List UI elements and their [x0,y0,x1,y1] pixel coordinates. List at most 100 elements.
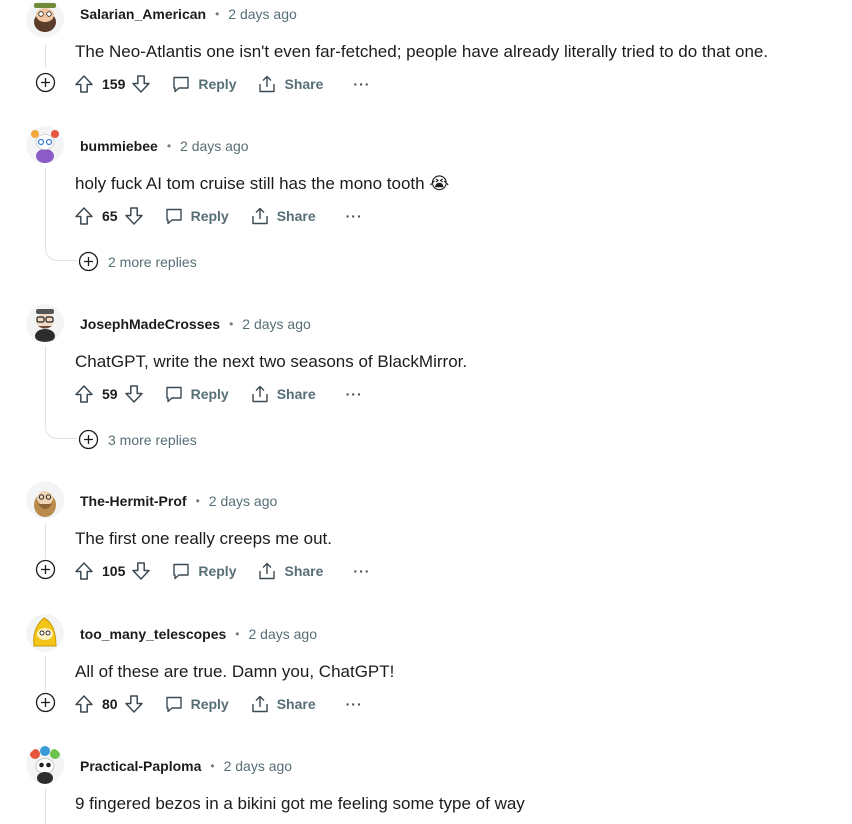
reply-button[interactable]: Reply [171,74,236,94]
downvote-arrow-icon[interactable] [124,206,144,226]
speech-bubble-icon [165,208,182,225]
comment-meta: Salarian_American • 2 days ago [80,6,297,22]
timestamp[interactable]: 2 days ago [224,758,293,774]
reply-label: Reply [198,563,237,579]
thread-line[interactable] [45,44,46,68]
share-button[interactable]: Share [250,384,316,404]
comment-body: holy fuck AI tom cruise still has the mo… [75,174,450,193]
timestamp[interactable]: 2 days ago [180,138,249,154]
reply-button[interactable]: Reply [171,561,236,581]
more-options-button[interactable]: ··· [346,386,363,402]
username[interactable]: bummiebee [80,138,158,154]
comment-body: All of these are true. Damn you, ChatGPT… [75,662,395,681]
more-replies-button[interactable]: 2 more replies [78,251,197,272]
vote-controls: 65 [74,206,144,226]
upvote-arrow-icon[interactable] [74,74,94,94]
plus-circle-icon [78,429,99,450]
username[interactable]: Practical-Paploma [80,758,201,774]
upvote-arrow-icon[interactable] [74,206,94,226]
more-replies-label: 2 more replies [108,253,197,270]
comment-actions: 159 Reply Share ··· [74,72,370,96]
reply-label: Reply [190,386,229,402]
share-button[interactable]: Share [257,74,323,94]
timestamp[interactable]: 2 days ago [209,493,278,509]
upvote-arrow-icon[interactable] [74,561,94,581]
snoo-avatar-icon [26,614,64,652]
comment-actions: 80 Reply Share ··· [74,692,363,716]
comment-body: The Neo-Atlantis one isn't even far-fetc… [75,42,769,61]
snoo-avatar-icon [26,304,64,342]
speech-bubble-icon [173,76,190,93]
timestamp[interactable]: 2 days ago [228,6,297,22]
avatar[interactable] [26,481,64,519]
reply-button[interactable]: Reply [164,206,229,226]
comment-body: The first one really creeps me out. [75,529,333,548]
thread-line[interactable] [45,656,46,692]
plus-circle-icon[interactable] [35,72,56,93]
speech-bubble-icon [165,696,182,713]
downvote-arrow-icon[interactable] [124,694,144,714]
vote-count: 159 [102,76,126,92]
speech-bubble-icon [173,563,190,580]
avatar[interactable] [26,126,64,164]
avatar[interactable] [26,746,64,784]
snoo-avatar-icon [26,126,64,164]
share-label: Share [276,696,316,712]
upvote-arrow-icon[interactable] [74,384,94,404]
separator-dot: • [195,494,200,508]
separator-dot: • [235,627,240,641]
username[interactable]: too_many_telescopes [80,626,226,642]
more-options-button[interactable]: ··· [353,76,370,92]
vote-count: 105 [102,563,126,579]
username[interactable]: The-Hermit-Prof [80,493,187,509]
downvote-arrow-icon[interactable] [131,74,151,94]
vote-controls: 105 [74,561,151,581]
comment-meta: bummiebee • 2 days ago [80,138,249,154]
vote-count: 59 [102,386,118,402]
vote-controls: 159 [74,74,151,94]
downvote-arrow-icon[interactable] [124,384,144,404]
comment-actions: 65 Reply Share ··· [74,204,363,228]
reply-label: Reply [190,208,229,224]
share-upload-icon [259,562,276,580]
more-options-button[interactable]: ··· [353,563,370,579]
reply-label: Reply [198,76,237,92]
snoo-avatar-icon [26,746,64,784]
more-replies-label: 3 more replies [108,431,197,448]
share-button[interactable]: Share [257,561,323,581]
plus-circle-icon[interactable] [35,559,56,580]
separator-dot: • [166,139,172,153]
plus-circle-icon[interactable] [35,692,56,713]
more-options-button[interactable]: ··· [346,696,363,712]
speech-bubble-icon [165,386,182,403]
avatar[interactable] [26,0,64,38]
timestamp[interactable]: 2 days ago [249,626,318,642]
username[interactable]: Salarian_American [80,6,206,22]
thread-line[interactable] [45,788,46,824]
timestamp[interactable]: 2 days ago [242,316,311,332]
share-label: Share [284,563,324,579]
username[interactable]: JosephMadeCrosses [80,316,220,332]
share-upload-icon [259,75,276,93]
comment-meta: too_many_telescopes • 2 days ago [80,626,317,642]
thread-curve [45,247,77,261]
snoo-avatar-icon [26,481,64,519]
reply-button[interactable]: Reply [164,384,229,404]
thread-line[interactable] [45,168,46,247]
share-button[interactable]: Share [250,694,316,714]
plus-circle-icon [78,251,99,272]
share-upload-icon [252,385,268,403]
more-options-button[interactable]: ··· [346,208,363,224]
avatar[interactable] [26,614,64,652]
upvote-arrow-icon[interactable] [74,694,94,714]
comment-actions: 59 Reply Share ··· [74,382,363,406]
reply-button[interactable]: Reply [164,694,229,714]
comment-meta: The-Hermit-Prof • 2 days ago [80,493,277,509]
thread-line[interactable] [45,523,46,559]
share-button[interactable]: Share [250,206,316,226]
thread-line[interactable] [45,346,46,425]
more-replies-button[interactable]: 3 more replies [78,429,197,450]
downvote-arrow-icon[interactable] [131,561,151,581]
vote-controls: 80 [74,694,144,714]
avatar[interactable] [26,304,64,342]
